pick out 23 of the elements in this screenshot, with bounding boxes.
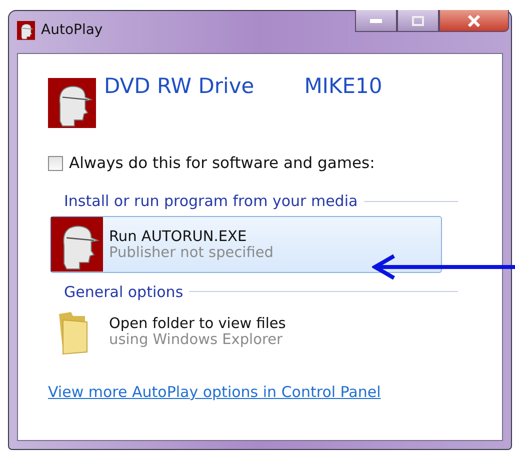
- option-subtitle: Publisher not specified: [109, 244, 274, 261]
- option-title: Run AUTORUN.EXE: [109, 228, 248, 245]
- autoplay-option[interactable]: Open folder to view files using Windows Explorer: [50, 306, 442, 357]
- maximize-button[interactable]: [397, 10, 439, 32]
- volume-label: MIKE10: [304, 74, 382, 98]
- minimize-button[interactable]: [355, 10, 397, 32]
- checkbox-label: Always do this for software and games:: [69, 154, 375, 172]
- helmet-head-icon: [48, 78, 96, 128]
- close-icon: [467, 14, 481, 26]
- autoplay-option[interactable]: Run AUTORUN.EXE Publisher not specified: [50, 216, 442, 273]
- option-title: Open folder to view files: [109, 316, 286, 332]
- maximize-icon: [412, 16, 424, 26]
- control-panel-link[interactable]: View more AutoPlay options in Control Panel: [48, 382, 381, 401]
- option-subtitle: using Windows Explorer: [109, 332, 284, 348]
- helmet-head-icon: [17, 21, 35, 40]
- window-title: AutoPlay: [41, 22, 103, 38]
- helmet-head-icon: [51, 217, 103, 272]
- section-heading: General options: [64, 282, 184, 301]
- device-name: DVD RW Drive: [104, 74, 254, 98]
- close-button[interactable]: [439, 10, 509, 32]
- section-heading: Install or run program from your media: [64, 192, 358, 210]
- checkbox[interactable]: [48, 156, 63, 171]
- minimize-icon: [370, 18, 382, 22]
